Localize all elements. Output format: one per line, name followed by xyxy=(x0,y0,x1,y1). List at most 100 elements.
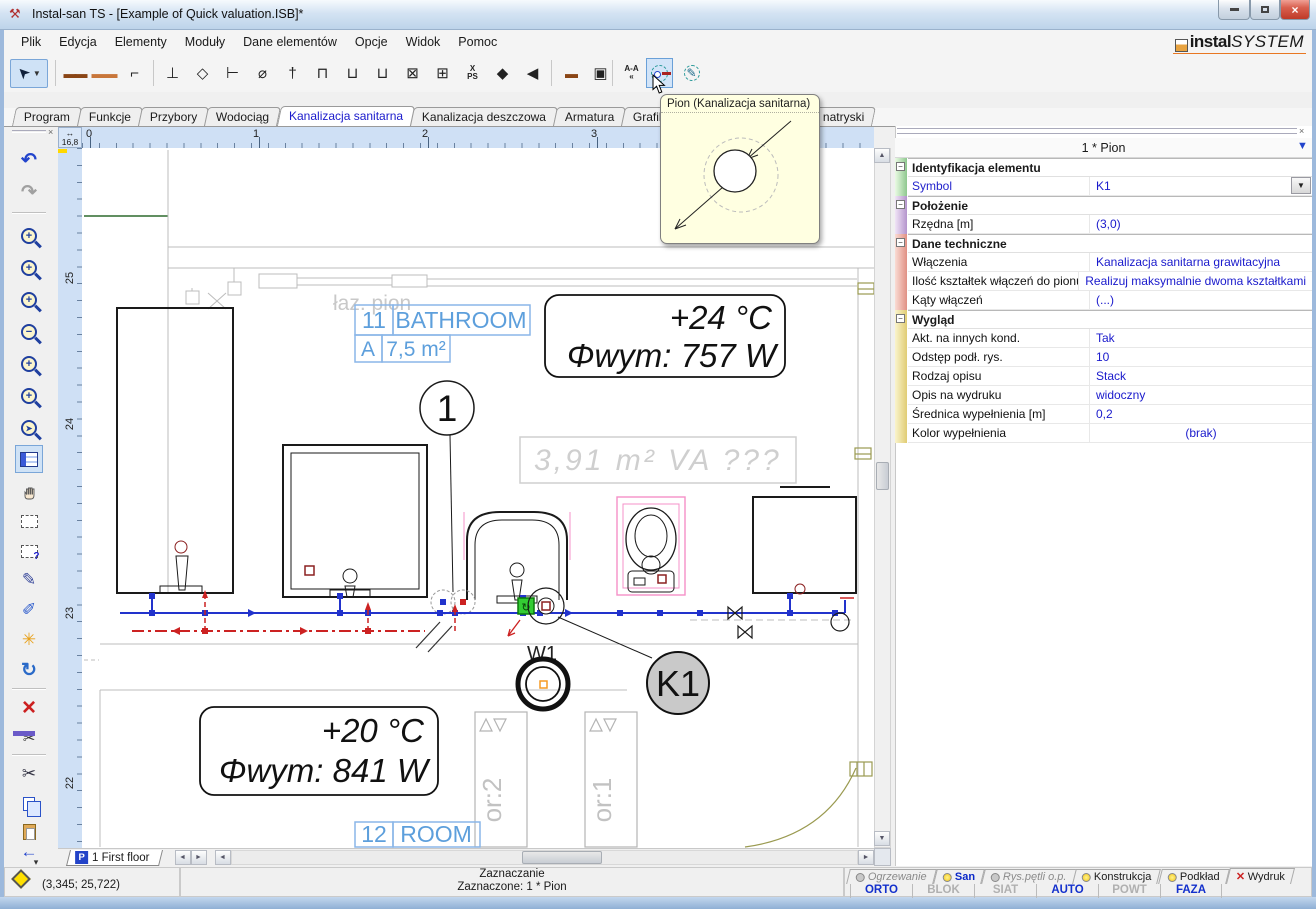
menu-elementy[interactable]: Elementy xyxy=(106,32,176,52)
sheet-prev-icon[interactable]: ◄ xyxy=(175,850,191,865)
property-value[interactable]: (3,0) xyxy=(1090,215,1312,233)
layer-tab-wydruk[interactable]: ✕Wydruk xyxy=(1226,868,1295,884)
rotate-pair-button[interactable]: ↻ xyxy=(15,656,43,684)
menu-edycja[interactable]: Edycja xyxy=(50,32,106,52)
property-value[interactable]: (brak) xyxy=(1090,424,1312,442)
layer-tab-podklad[interactable]: Podkład xyxy=(1158,869,1230,884)
room-label-bathroom[interactable]: 11 BATHROOM A 7,5 m² xyxy=(355,305,530,362)
k1-balloon[interactable]: K1 xyxy=(647,652,709,714)
delete-button[interactable]: × xyxy=(15,694,43,722)
tub-open-icon[interactable]: ⊓ xyxy=(311,60,334,86)
vertical-scroll-thumb[interactable] xyxy=(876,462,889,490)
maximize-button[interactable] xyxy=(1250,0,1280,20)
menu-pomoc[interactable]: Pomoc xyxy=(449,32,506,52)
collapse-icon[interactable]: − xyxy=(896,162,905,171)
marker-column-1[interactable]: or:2 xyxy=(475,712,527,847)
w1-riser[interactable]: W1 xyxy=(518,643,568,709)
properties-header-dropdown-icon[interactable]: ▼ xyxy=(1297,140,1308,152)
sheet-tab-first-floor[interactable]: P 1 First floor xyxy=(66,850,163,866)
meter-box-icon[interactable]: ⊞ xyxy=(431,60,454,86)
redo-button[interactable]: ↷ xyxy=(15,178,43,206)
layer-tab-konstrukcja[interactable]: Konstrukcja xyxy=(1073,869,1162,884)
splitter-box[interactable] xyxy=(874,848,891,866)
fixture-cabinet-left[interactable] xyxy=(117,308,233,593)
zoom-extents-button[interactable]: + xyxy=(15,350,43,378)
fitting-icon[interactable]: ⌀ xyxy=(251,60,274,86)
floor-drain-icon[interactable]: ⊥ xyxy=(161,60,184,86)
heat-label-room[interactable]: +20 °C Φwym: 841 W xyxy=(200,707,438,795)
toggle-faza[interactable]: FAZA xyxy=(1160,884,1222,898)
close-button[interactable]: × xyxy=(1280,0,1310,20)
value-dropdown-icon[interactable]: ▼ xyxy=(1291,177,1311,194)
left-toolbar-close-icon[interactable]: × xyxy=(48,127,53,137)
toggle-powt[interactable]: POWT xyxy=(1098,884,1160,898)
room-label-room[interactable]: 12 ROOM xyxy=(355,821,480,847)
select-tool-button[interactable]: ➤ ▼ xyxy=(10,59,48,88)
collapse-icon[interactable]: − xyxy=(896,200,905,209)
draw-pencil-button[interactable]: ✎ xyxy=(15,566,43,594)
heat-label-bathroom[interactable]: +24 °C Φwym: 757 W xyxy=(545,295,785,377)
property-value[interactable]: 10 xyxy=(1090,348,1312,366)
fixture-toilet[interactable] xyxy=(617,497,685,595)
riser-balloon-1[interactable]: 1 xyxy=(420,381,474,592)
hscroll-left-icon[interactable]: ◄ xyxy=(215,850,231,865)
tub-u-icon[interactable]: ⊔ xyxy=(341,60,364,86)
cut-button[interactable]: ✂ xyxy=(15,760,43,788)
tab-armatura[interactable]: Armatura xyxy=(553,107,626,126)
layer-tab-san[interactable]: San xyxy=(933,869,985,884)
fixture-shower[interactable] xyxy=(283,445,427,597)
section-title[interactable]: Dane techniczne xyxy=(908,234,1312,253)
small-valve-icon[interactable]: † xyxy=(281,60,304,86)
vent-icon[interactable]: ◀ xyxy=(521,60,544,86)
cut-pipe-button[interactable]: ✂ xyxy=(15,724,43,752)
undo-button[interactable]: ↶ xyxy=(15,146,43,174)
property-value[interactable]: Stack xyxy=(1090,367,1312,385)
left-toolbar-grip[interactable] xyxy=(12,130,46,133)
pipe-bend-icon[interactable]: ⌐ xyxy=(123,60,146,86)
menu-moduly[interactable]: Moduły xyxy=(176,32,234,52)
collapse-icon[interactable]: − xyxy=(896,314,905,323)
tub-u-small-icon[interactable]: ⊔ xyxy=(371,60,394,86)
coupling-icon[interactable]: ▬ xyxy=(559,60,582,86)
fixture-cabinet-right[interactable] xyxy=(753,487,856,594)
aa-section-icon[interactable]: A-A « xyxy=(620,60,643,86)
toggle-blok[interactable]: BLOK xyxy=(912,884,974,898)
properties-close-icon[interactable]: × xyxy=(1299,126,1304,136)
vertical-scrollbar[interactable] xyxy=(874,148,891,848)
section-title[interactable]: Wygląd xyxy=(908,310,1312,329)
zoom-in-step-button[interactable]: + xyxy=(15,286,43,314)
marker-column-2[interactable]: or:1 xyxy=(585,712,637,847)
menu-opcje[interactable]: Opcje xyxy=(346,32,397,52)
zoom-dynamic-button[interactable]: ➤ xyxy=(15,414,43,442)
section-title[interactable]: Położenie xyxy=(908,196,1312,215)
tab-funkcje[interactable]: Funkcje xyxy=(77,107,143,126)
menu-dane-elementow[interactable]: Dane elementów xyxy=(234,32,346,52)
menu-widok[interactable]: Widok xyxy=(397,32,450,52)
pion-edit-button[interactable]: ✎ xyxy=(678,58,705,88)
toggle-orto[interactable]: ORTO xyxy=(850,884,912,898)
valve-icon[interactable]: ◇ xyxy=(191,60,214,86)
sheet-next-icon[interactable]: ► xyxy=(191,850,207,865)
highlight-marker-button[interactable]: ✐ xyxy=(15,596,43,624)
minimize-button[interactable] xyxy=(1218,0,1250,20)
tab-kanalizacja-deszczowa[interactable]: Kanalizacja deszczowa xyxy=(410,107,558,126)
toggle-siat[interactable]: SIAT xyxy=(974,884,1036,898)
shield-icon[interactable]: ◆ xyxy=(491,60,514,86)
zoom-sheet-button[interactable]: + xyxy=(15,382,43,410)
tab-program[interactable]: Program xyxy=(12,107,82,126)
select-rect-query-button[interactable]: ? xyxy=(15,537,43,565)
properties-table-button[interactable] xyxy=(15,445,43,473)
properties-panel-grip[interactable] xyxy=(897,128,1297,134)
layer-tab-rys-petli[interactable]: Rys.pętli o.p. xyxy=(981,869,1076,884)
property-value[interactable]: K1 ▼ xyxy=(1090,177,1312,195)
zoom-out-button[interactable]: − xyxy=(15,318,43,346)
star-brush-button[interactable]: ✳ xyxy=(15,626,43,654)
section-title[interactable]: Identyfikacja elementu xyxy=(908,158,1312,177)
tab-wodociag[interactable]: Wodociąg xyxy=(204,107,281,126)
horizontal-scrollbar[interactable] xyxy=(231,850,858,865)
copy-button[interactable] xyxy=(15,790,43,818)
scroll-up-icon[interactable]: ▲ xyxy=(874,148,890,163)
branch-icon[interactable]: ⊢ xyxy=(221,60,244,86)
property-value[interactable]: Realizuj maksymalnie dwoma kształtkami xyxy=(1079,272,1312,290)
zoom-in-button[interactable]: + xyxy=(15,222,43,250)
